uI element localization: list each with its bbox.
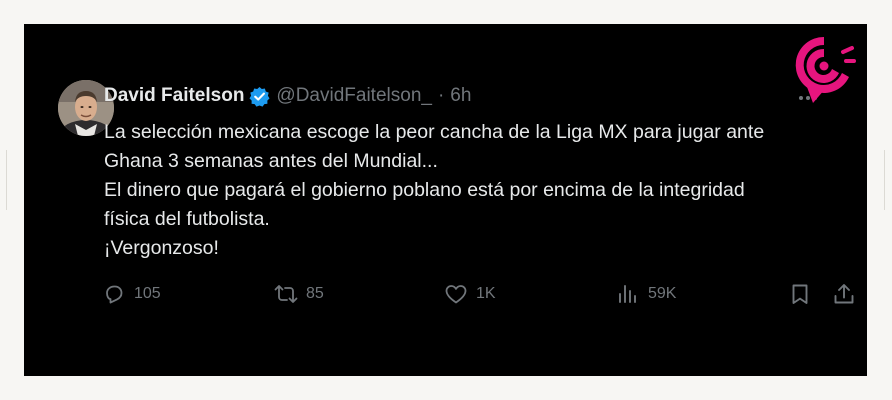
tweet-body: La selección mexicana escoge la peor can… [104,118,844,263]
share-icon [834,284,854,304]
tweet-text-line: Ghana 3 semanas antes del Mundial... [104,150,438,172]
repost-button[interactable]: 85 [274,279,324,309]
tweet-header: David Faitelson @DavidFaitelson_ · 6h [104,83,471,109]
repost-icon [274,285,298,303]
repost-count: 85 [306,285,324,302]
share-button[interactable] [832,279,864,309]
verified-badge-icon [249,86,270,107]
views-icon [619,285,636,303]
like-count: 1K [476,285,496,302]
header-separator: · [437,85,445,106]
bookmark-icon [792,284,808,304]
tweet-text-line: El dinero que pagará el gobierno poblano… [104,179,745,201]
tweet-text-line: ¡Vergonzoso! [104,237,219,259]
like-button[interactable]: 1K [444,279,496,309]
reply-count: 105 [134,285,161,302]
right-edge-divider [884,150,885,210]
bookmark-button[interactable] [788,279,820,309]
tweet-text-line: física del futbolista. [104,208,270,230]
views-button[interactable]: 59K [616,279,676,309]
watermark-logo [795,36,856,103]
like-icon [445,285,467,304]
left-edge-divider [6,150,7,210]
page-frame: David Faitelson @DavidFaitelson_ · 6h La… [0,0,892,400]
author-handle[interactable]: @DavidFaitelson_ [276,85,432,107]
tweet-text-line: La selección mexicana escoge la peor can… [104,121,765,143]
tweet-time[interactable]: 6h [450,85,471,107]
views-count: 59K [648,285,677,302]
tweet-actions: 105 85 1K 59K [102,279,862,309]
reply-icon [106,285,123,304]
reply-button[interactable]: 105 [102,279,161,309]
tweet-card[interactable]: David Faitelson @DavidFaitelson_ · 6h La… [24,24,867,376]
author-name[interactable]: David Faitelson [104,85,244,107]
